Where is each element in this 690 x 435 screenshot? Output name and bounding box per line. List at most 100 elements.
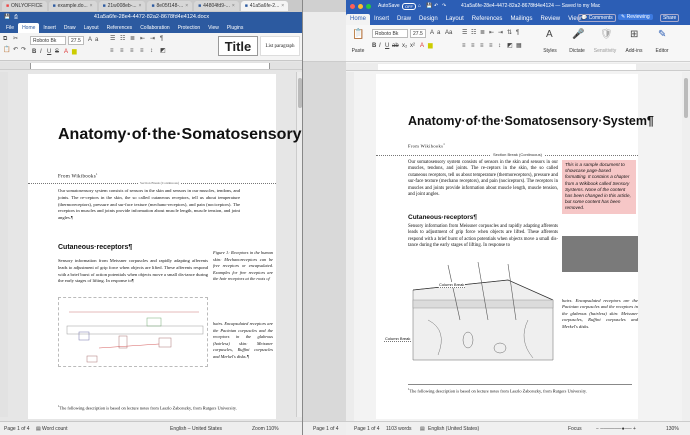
menu-plugins[interactable]: Plugins: [223, 23, 247, 33]
bullet-list-icon[interactable]: ☰: [462, 30, 467, 36]
underline-icon[interactable]: U: [47, 49, 51, 55]
tab-4480[interactable]: ■ 44804fd9-... ×: [194, 1, 239, 11]
save-icon[interactable]: 💾: [4, 14, 10, 20]
tab-references[interactable]: References: [468, 16, 507, 22]
font-name-select[interactable]: Roboto Bk: [30, 36, 66, 45]
grow-font-icon[interactable]: A: [88, 37, 92, 43]
paste-label[interactable]: Paste: [348, 48, 368, 55]
close-icon[interactable]: ×: [90, 3, 93, 9]
menu-home[interactable]: Home: [18, 23, 40, 33]
shrink-font-icon[interactable]: a: [437, 30, 440, 36]
line-spacing-icon[interactable]: ↕: [498, 43, 501, 49]
word-document-page[interactable]: Anatomy·of·the·Somatosensory·System¶ Fro…: [376, 74, 654, 419]
menu-collaboration[interactable]: Collaboration: [136, 23, 173, 33]
share-button[interactable]: Share: [660, 14, 680, 22]
vertical-ruler[interactable]: [0, 72, 8, 417]
tab-onlyoffice[interactable]: ■ ONLYOFFICE: [2, 1, 47, 11]
grow-font-icon[interactable]: A: [430, 30, 434, 36]
save-icon[interactable]: 💾: [426, 3, 432, 9]
tab-example[interactable]: ■ example.do... ×: [48, 1, 97, 11]
redo-icon[interactable]: ↷: [442, 3, 446, 9]
change-case-icon[interactable]: Aa: [445, 30, 452, 36]
decrease-indent-icon[interactable]: ⇤: [489, 30, 494, 36]
word-vertical-scrollbar[interactable]: [682, 72, 690, 421]
word-horizontal-ruler[interactable]: [346, 63, 690, 71]
sensitivity-icon[interactable]: 🛡: [600, 30, 613, 40]
proofing-icon[interactable]: ▤: [420, 426, 425, 432]
maximize-window-icon[interactable]: [366, 4, 371, 9]
menu-protection[interactable]: Protection: [174, 23, 205, 33]
align-left-icon[interactable]: ≡: [462, 43, 466, 49]
menu-view[interactable]: View: [204, 23, 223, 33]
receptor-diagram[interactable]: [58, 297, 208, 367]
word-receptor-diagram[interactable]: [408, 260, 558, 370]
align-right-icon[interactable]: ≡: [480, 43, 484, 49]
copy-icon[interactable]: ⧉: [3, 36, 7, 42]
minimize-window-icon[interactable]: [358, 4, 363, 9]
bullet-list-icon[interactable]: ☰: [110, 36, 115, 42]
focus-button[interactable]: Focus: [568, 426, 582, 432]
strikethrough-icon[interactable]: ab: [392, 43, 399, 49]
decrease-indent-icon[interactable]: ⇤: [140, 36, 145, 42]
close-icon[interactable]: ×: [185, 3, 188, 9]
horizontal-ruler[interactable]: [0, 62, 302, 70]
dictate-label[interactable]: Dictate: [566, 48, 588, 55]
font-size-select[interactable]: 27.5: [68, 36, 84, 45]
status-language[interactable]: English – United States: [170, 426, 222, 432]
word-status-words[interactable]: 1103 words: [386, 426, 411, 432]
italic-icon[interactable]: I: [40, 49, 42, 55]
bold-icon[interactable]: B: [32, 49, 36, 55]
align-center-icon[interactable]: ≡: [120, 48, 124, 54]
underline-icon[interactable]: U: [385, 43, 389, 49]
status-word-count[interactable]: Word count: [42, 426, 67, 432]
figure-placeholder[interactable]: [562, 236, 638, 272]
tab-21w[interactable]: ■ 21w008eb-... ×: [98, 1, 146, 11]
tab-review[interactable]: Review: [536, 16, 564, 22]
numbered-list-icon[interactable]: ☷: [120, 36, 125, 42]
bold-icon[interactable]: B: [372, 43, 376, 49]
tab-home[interactable]: Home: [346, 13, 371, 25]
tab-design[interactable]: Design: [415, 16, 442, 22]
menu-layout[interactable]: Layout: [80, 23, 103, 33]
increase-indent-icon[interactable]: ⇥: [498, 30, 503, 36]
addins-icon[interactable]: ⊞: [630, 30, 638, 40]
left-document-page[interactable]: Anatomy·of·the·Somatosensory·System¶ Fro…: [28, 74, 302, 419]
shrink-font-icon[interactable]: a: [95, 37, 98, 43]
shading-icon[interactable]: ◩: [160, 48, 166, 54]
undo-icon[interactable]: ↶: [13, 47, 18, 53]
word-vertical-ruler[interactable]: [346, 72, 354, 421]
scrollbar-thumb[interactable]: [298, 78, 302, 108]
close-window-icon[interactable]: [350, 4, 355, 9]
paragraph-marks-icon[interactable]: ¶: [160, 36, 163, 42]
multilevel-list-icon[interactable]: ≣: [480, 30, 485, 36]
status-page[interactable]: Page 1 of 4: [4, 426, 30, 432]
status-zoom[interactable]: Zoom 110%: [252, 426, 279, 432]
word-scrollbar-thumb[interactable]: [684, 78, 688, 118]
home-icon[interactable]: ⌂: [418, 3, 421, 9]
paragraph-marks-icon[interactable]: ¶: [516, 30, 519, 36]
tab-layout[interactable]: Layout: [442, 16, 468, 22]
borders-icon[interactable]: ▦: [516, 43, 522, 49]
highlight-icon[interactable]: ▆: [428, 43, 433, 49]
tab-41a5[interactable]: ■ 41a5a6fe-2... ×: [240, 1, 289, 11]
word-status-page[interactable]: Page 1 of 4: [354, 426, 380, 432]
justify-icon[interactable]: ≡: [140, 48, 144, 54]
menu-draw[interactable]: Draw: [60, 23, 80, 33]
word-status-language[interactable]: English (United States): [428, 426, 479, 432]
highlight-icon[interactable]: ▆: [72, 49, 77, 55]
strikethrough-icon[interactable]: S: [55, 49, 59, 55]
word-count-icon[interactable]: ▤: [36, 426, 41, 432]
print-icon[interactable]: ⎙: [14, 14, 18, 20]
paste-icon[interactable]: 📋: [3, 47, 10, 53]
tab-8e05[interactable]: ■ 8e05f148-... ×: [147, 1, 193, 11]
close-icon[interactable]: ×: [281, 3, 284, 9]
font-color-icon[interactable]: A: [64, 49, 68, 55]
align-right-icon[interactable]: ≡: [130, 48, 134, 54]
vertical-scrollbar[interactable]: [296, 72, 302, 417]
cut-icon[interactable]: ✂: [13, 36, 18, 42]
multilevel-list-icon[interactable]: ≣: [130, 36, 135, 42]
undo-icon[interactable]: ↶: [434, 3, 438, 9]
microphone-icon[interactable]: 🎤: [572, 30, 584, 40]
shading-icon[interactable]: ◩: [507, 43, 513, 49]
increase-indent-icon[interactable]: ⇥: [150, 36, 155, 42]
